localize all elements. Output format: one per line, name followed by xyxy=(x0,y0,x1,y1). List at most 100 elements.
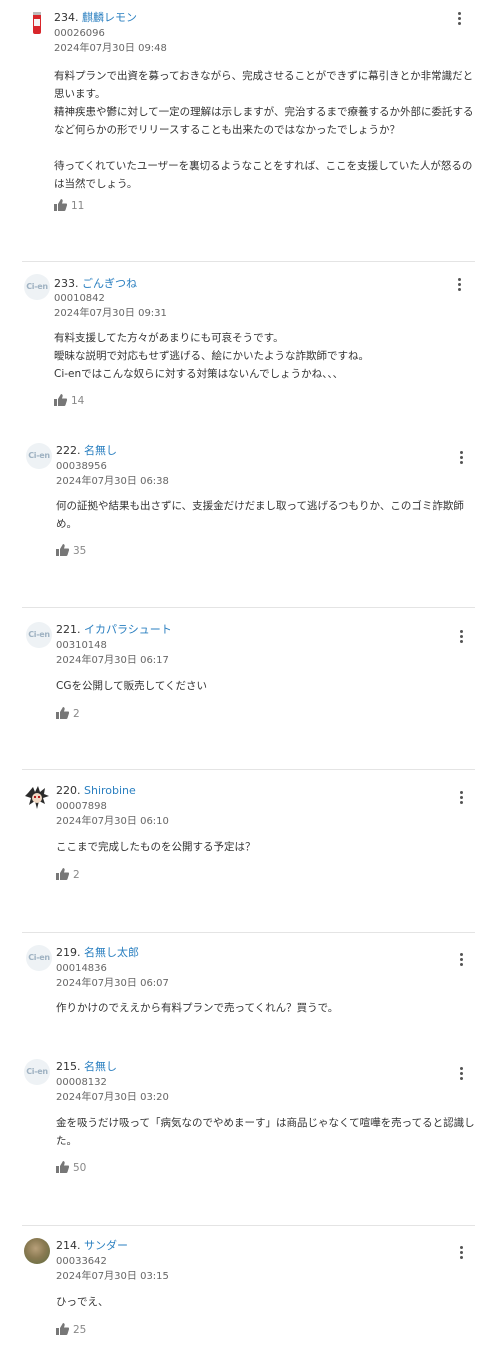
comment-number: 233. xyxy=(54,277,79,290)
more-menu-icon[interactable] xyxy=(458,1246,464,1260)
comment-date: 2024年07月30日 03:15 xyxy=(56,1271,169,1282)
separator xyxy=(22,607,475,608)
comment-date: 2024年07月30日 09:48 xyxy=(54,43,167,54)
comment-line: ここまで完成したものを公開する予定は？ xyxy=(56,841,256,853)
comment-number: 215. xyxy=(56,1060,81,1073)
comment-line: ひっでえ、 xyxy=(56,1296,109,1308)
user-id: 00007898 xyxy=(56,801,107,812)
character-avatar-icon xyxy=(25,786,49,809)
comment-body: ここまで完成したものを公開する予定は？ xyxy=(56,838,476,856)
more-menu-icon[interactable] xyxy=(456,278,462,292)
more-menu-icon[interactable] xyxy=(456,12,462,26)
like-button[interactable]: 2 xyxy=(56,868,80,882)
more-menu-icon[interactable] xyxy=(458,953,464,967)
comment-number: 219. xyxy=(56,946,81,959)
like-count: 50 xyxy=(73,1162,87,1174)
comment-line: 金を吸うだけ吸って「病気なのでやめまーす」は商品じゃなくて喧嘩を売ってると認識し… xyxy=(56,1117,475,1147)
user-id: 00014836 xyxy=(56,963,107,974)
user-id: 00038956 xyxy=(56,461,107,472)
thumbs-up-icon xyxy=(56,1323,70,1335)
thumbs-up-icon xyxy=(56,868,70,880)
comment-body: CGを公開して販売してください xyxy=(56,677,476,695)
thumbs-up-icon xyxy=(56,544,70,556)
thumbs-up-icon xyxy=(54,394,68,406)
like-count: 2 xyxy=(73,869,80,881)
comment-date: 2024年07月30日 06:38 xyxy=(56,476,169,487)
comment-number: 221. xyxy=(56,623,81,636)
more-menu-icon[interactable] xyxy=(458,451,464,465)
like-count: 14 xyxy=(71,395,85,407)
can-avatar-icon xyxy=(33,12,41,34)
avatar[interactable] xyxy=(24,10,50,36)
avatar[interactable]: Ci-en xyxy=(26,622,52,648)
like-count: 25 xyxy=(73,1324,87,1336)
comment-line: 何の証拠や結果も出さずに、支援金だけだまし取って逃げるつもりか、このゴミ詐欺師め… xyxy=(56,500,464,530)
like-count: 2 xyxy=(73,708,80,720)
user-id: 00010842 xyxy=(54,293,105,304)
separator xyxy=(22,1225,475,1226)
user-id: 00008132 xyxy=(56,1077,107,1088)
comment-body: 作りかけのでええから有料プランで売ってくれん？買うで。 xyxy=(56,999,476,1017)
comment-body: 何の証拠や結果も出さずに、支援金だけだまし取って逃げるつもりか、このゴミ詐欺師め… xyxy=(56,497,476,533)
ci-en-logo: Ci-en xyxy=(28,953,50,962)
thumbs-up-icon xyxy=(56,1161,70,1173)
comment-number: 234. xyxy=(54,11,79,24)
comment-line: CGを公開して販売してください xyxy=(56,680,208,692)
comment-date: 2024年07月30日 03:20 xyxy=(56,1092,169,1103)
avatar[interactable]: Ci-en xyxy=(24,274,50,300)
like-button[interactable]: 50 xyxy=(56,1161,86,1175)
comment-date: 2024年07月30日 06:07 xyxy=(56,978,169,989)
like-button[interactable]: 35 xyxy=(56,544,86,558)
ci-en-logo: Ci-en xyxy=(26,282,48,291)
commenter-name-link[interactable]: 麒麟レモン xyxy=(82,11,137,24)
more-menu-icon[interactable] xyxy=(458,1067,464,1081)
avatar[interactable]: Ci-en xyxy=(24,1059,50,1085)
commenter-name-link[interactable]: サンダー xyxy=(84,1239,128,1252)
thumbs-up-icon xyxy=(54,199,68,211)
commenter-name-link[interactable]: ごんぎつね xyxy=(82,277,137,290)
comment-body: ひっでえ、 xyxy=(56,1293,476,1311)
comment-line xyxy=(54,139,474,157)
ci-en-logo: Ci-en xyxy=(26,1067,48,1076)
ci-en-logo: Ci-en xyxy=(28,630,50,639)
commenter-name-link[interactable]: Shirobine xyxy=(84,784,136,797)
like-button[interactable]: 11 xyxy=(54,199,84,213)
comment-line: 有料プランで出資を募っておきながら、完成させることができずに幕引きとか非常識だと… xyxy=(54,70,474,100)
comment-line: Ci-enではこんな奴らに対する対策はないんでしょうかね、、、 xyxy=(54,368,344,380)
separator xyxy=(22,769,475,770)
separator xyxy=(22,932,475,933)
comment-body: 有料支援してた方々があまりにも可哀そうです。 曖昧な説明で対応もせず逃げる、絵に… xyxy=(54,329,474,383)
like-count: 35 xyxy=(73,545,87,557)
comment-number: 222. xyxy=(56,444,81,457)
comment-line: 精神疾患や鬱に対して一定の理解は示しますが、完治するまで療養するか外部に委託する… xyxy=(54,106,474,136)
commenter-name-link[interactable]: 名無し xyxy=(84,1060,117,1073)
like-button[interactable]: 14 xyxy=(54,394,84,408)
comment-body: 有料プランで出資を募っておきながら、完成させることができずに幕引きとか非常識だと… xyxy=(54,67,474,193)
avatar[interactable] xyxy=(24,785,50,811)
avatar[interactable] xyxy=(24,1238,50,1264)
like-button[interactable]: 2 xyxy=(56,707,80,721)
user-id: 00033642 xyxy=(56,1256,107,1267)
comment-date: 2024年07月30日 06:10 xyxy=(56,816,169,827)
separator xyxy=(22,261,475,262)
avatar[interactable]: Ci-en xyxy=(26,443,52,469)
comment-line: 作りかけのでええから有料プランで売ってくれん？買うで。 xyxy=(56,1002,339,1014)
commenter-name-link[interactable]: 名無し太郎 xyxy=(84,946,139,959)
commenter-name-link[interactable]: イカパラシュート xyxy=(84,623,172,636)
comment-date: 2024年07月30日 06:17 xyxy=(56,655,169,666)
comment-line: 待ってくれていたユーザーを裏切るようなことをすれば、ここを支援していた人が怒るの… xyxy=(54,160,473,190)
comment-number: 220. xyxy=(56,784,81,797)
comment-body: 金を吸うだけ吸って「病気なのでやめまーす」は商品じゃなくて喧嘩を売ってると認識し… xyxy=(56,1114,476,1150)
commenter-name-link[interactable]: 名無し xyxy=(84,444,117,457)
ci-en-logo: Ci-en xyxy=(28,451,50,460)
more-menu-icon[interactable] xyxy=(458,791,464,805)
thumbs-up-icon xyxy=(56,707,70,719)
comment-number: 214. xyxy=(56,1239,81,1252)
like-button[interactable]: 25 xyxy=(56,1323,86,1337)
avatar[interactable]: Ci-en xyxy=(26,945,52,971)
comment-line: 有料支援してた方々があまりにも可哀そうです。 xyxy=(54,332,284,344)
comment-date: 2024年07月30日 09:31 xyxy=(54,308,167,319)
more-menu-icon[interactable] xyxy=(458,630,464,644)
comment-line: 曖昧な説明で対応もせず逃げる、絵にかいたような詐欺師ですね。 xyxy=(54,350,369,362)
like-count: 11 xyxy=(71,200,85,212)
